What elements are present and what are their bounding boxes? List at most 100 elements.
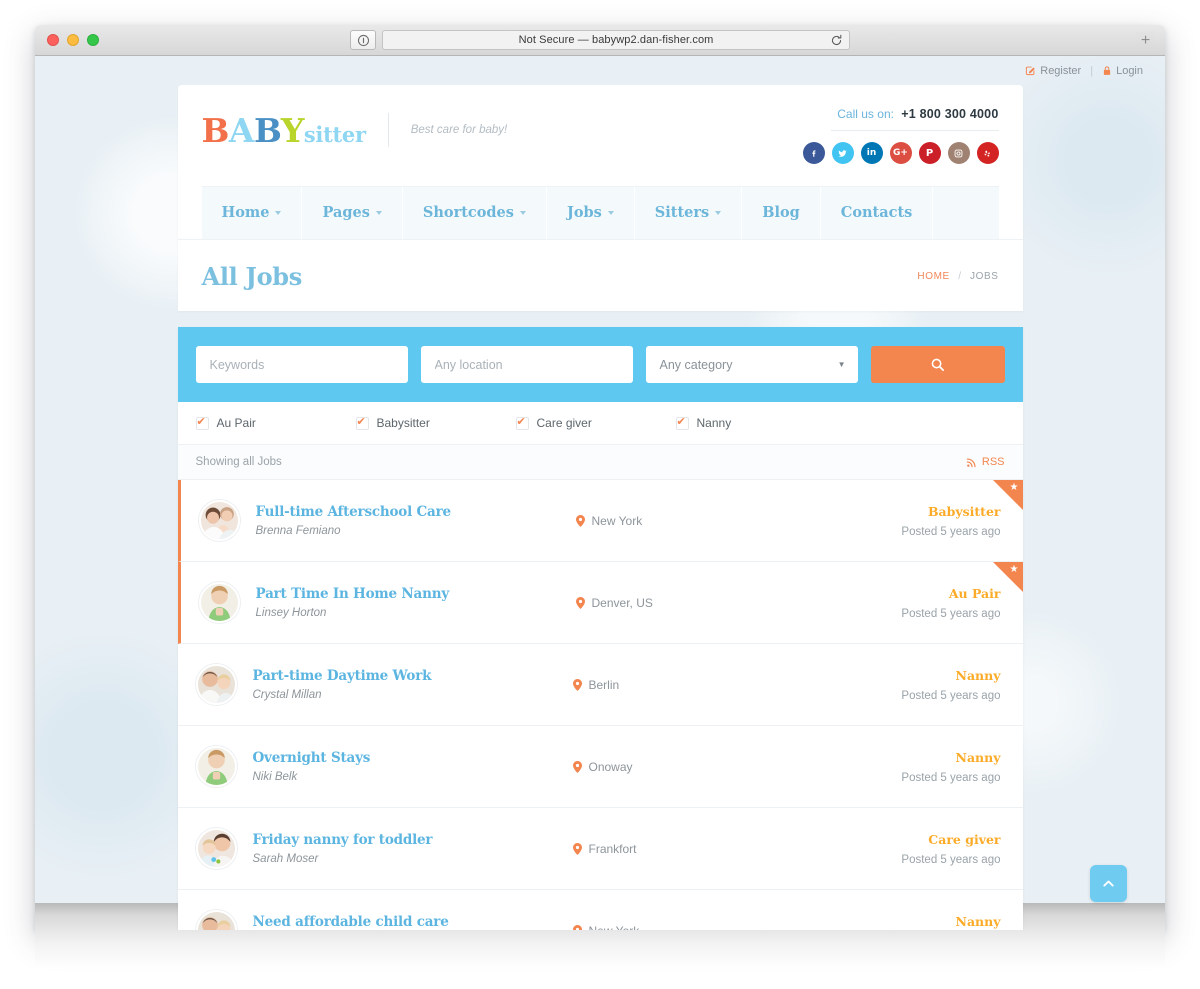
site-container: BABYsitter Best care for baby! Call us o… [177, 85, 1023, 930]
browser-window: Not Secure — babywp2.dan-fisher.com + Re… [35, 25, 1165, 930]
filter-care-giver[interactable]: Care giver [515, 415, 676, 430]
search-icon [931, 358, 945, 372]
phone-number[interactable]: +1 800 300 4000 [901, 107, 998, 121]
job-location-label: New York [591, 513, 643, 528]
close-window-button[interactable] [47, 34, 59, 46]
checkbox-nanny[interactable] [675, 415, 689, 430]
filter-label-nanny: Nanny [696, 416, 732, 430]
nav-item-pages[interactable]: Pages [302, 187, 403, 239]
results-count-label: Showing all Jobs [195, 456, 282, 468]
minimize-window-button[interactable] [67, 34, 79, 46]
job-main-info: Part Time In Home Nanny Linsey Horton [256, 586, 556, 619]
login-label: Login [1116, 64, 1143, 77]
job-posted-date: Posted 5 years ago [901, 853, 1001, 866]
register-link[interactable]: Register [1025, 65, 1081, 77]
job-title[interactable]: Need affordable child care [253, 914, 553, 930]
avatar-photo [197, 912, 235, 930]
nav-item-blog[interactable]: Blog [742, 187, 821, 239]
pencil-square-icon [1026, 66, 1036, 76]
url-bar[interactable]: Not Secure — babywp2.dan-fisher.com [382, 30, 850, 50]
filter-nanny[interactable]: Nanny [675, 415, 836, 430]
site-logo[interactable]: BABYsitter [202, 110, 367, 150]
social-pinterest[interactable]: P [918, 142, 941, 164]
nav-label-shortcodes: Shortcodes [422, 204, 514, 221]
login-link[interactable]: Login [1102, 65, 1143, 77]
avatar [198, 500, 240, 541]
avatar [195, 910, 237, 930]
twitter-icon [838, 149, 847, 157]
header-contact-area: Call us on: +1 800 300 4000 in G+ P [802, 107, 999, 164]
avatar-photo [197, 830, 235, 867]
map-pin-icon [575, 596, 585, 609]
social-googleplus[interactable]: G+ [889, 142, 912, 164]
job-location: Denver, US [556, 596, 855, 610]
job-list-item[interactable]: ★ Full-time Afterschool Care Brenna Femi… [177, 480, 1023, 562]
checkbox-care-giver[interactable] [515, 415, 529, 430]
checkbox-babysitter[interactable] [355, 415, 369, 430]
job-title[interactable]: Full-time Afterschool Care [256, 504, 556, 520]
map-pin-icon [572, 842, 582, 855]
social-facebook[interactable] [802, 142, 825, 164]
filter-babysitter[interactable]: Babysitter [355, 415, 516, 430]
breadcrumb-home[interactable]: HOME [917, 271, 949, 282]
filter-label-babysitter: Babysitter [376, 416, 430, 430]
job-category[interactable]: Au Pair [855, 586, 1001, 601]
nav-item-contacts[interactable]: Contacts [820, 187, 934, 239]
scroll-to-top-button[interactable] [1090, 865, 1127, 902]
job-title[interactable]: Part Time In Home Nanny [256, 586, 556, 602]
nav-item-sitters[interactable]: Sitters [634, 187, 743, 239]
maximize-window-button[interactable] [87, 34, 99, 46]
job-list-item[interactable]: ★ Part Time In Home Nanny Linsey Horton [177, 562, 1023, 644]
site-settings-button[interactable] [350, 30, 376, 50]
map-pin-icon [572, 678, 582, 691]
chevron-down-icon: ▼ [837, 360, 846, 369]
job-list-item[interactable]: Need affordable child care Erick Black N… [177, 890, 1023, 930]
nav-item-shortcodes[interactable]: Shortcodes [402, 187, 547, 239]
job-title[interactable]: Overnight Stays [253, 750, 553, 766]
social-twitter[interactable] [831, 142, 854, 164]
avatar [195, 828, 237, 869]
rss-link[interactable]: RSS [966, 456, 1005, 468]
brand-area: BABYsitter Best care for baby! [202, 107, 507, 150]
search-keywords-input[interactable] [195, 346, 408, 383]
chevron-down-icon [607, 210, 614, 215]
job-list-item[interactable]: Part-time Daytime Work Crystal Millan Be… [177, 644, 1023, 726]
job-category[interactable]: Nanny [855, 750, 1001, 765]
job-title[interactable]: Part-time Daytime Work [253, 668, 553, 684]
job-category[interactable]: Babysitter [855, 504, 1001, 519]
reload-button[interactable] [830, 34, 843, 52]
job-posted-date: Posted 5 years ago [901, 771, 1001, 784]
logo-word-sitter: sitter [303, 121, 366, 147]
avatar-photo [197, 748, 235, 785]
nav-item-home[interactable]: Home [201, 187, 303, 239]
job-meta: Au Pair Posted 5 years ago [855, 586, 1005, 620]
new-tab-button[interactable]: + [1136, 31, 1155, 50]
social-yelp[interactable] [976, 142, 999, 164]
jobs-panel: Any category ▼ Au Pair [177, 327, 1023, 930]
avatar [198, 582, 240, 623]
star-icon: ★ [1009, 564, 1019, 575]
social-linkedin[interactable]: in [860, 142, 883, 164]
search-location-input[interactable] [420, 346, 633, 383]
job-meta: Babysitter Posted 5 years ago [855, 504, 1005, 538]
search-category-select[interactable]: Any category ▼ [645, 346, 858, 383]
job-category[interactable]: Nanny [855, 668, 1001, 683]
job-search-form: Any category ▼ [177, 327, 1023, 402]
logo-letter-4: Y [280, 110, 305, 150]
job-category[interactable]: Nanny [855, 914, 1001, 929]
results-summary-bar: Showing all Jobs RSS [177, 445, 1023, 480]
search-submit-button[interactable] [870, 346, 1005, 383]
job-meta: Care giver Posted 5 years ago [855, 832, 1005, 866]
nav-item-jobs[interactable]: Jobs [546, 187, 635, 239]
job-category[interactable]: Care giver [855, 832, 1000, 847]
job-title[interactable]: Friday nanny for toddler [253, 832, 553, 848]
job-list-item[interactable]: Friday nanny for toddler Sarah Moser Fra… [177, 808, 1023, 890]
checkbox-au-pair[interactable] [195, 415, 209, 430]
job-list-item[interactable]: Overnight Stays Niki Belk Onoway Nanny P… [177, 726, 1023, 808]
social-instagram[interactable] [947, 142, 970, 164]
avatar-photo [200, 584, 238, 621]
search-category-value: Any category [659, 357, 733, 372]
job-location-label: Onoway [588, 759, 633, 774]
filter-au-pair[interactable]: Au Pair [195, 415, 356, 430]
job-location: New York [553, 924, 855, 930]
